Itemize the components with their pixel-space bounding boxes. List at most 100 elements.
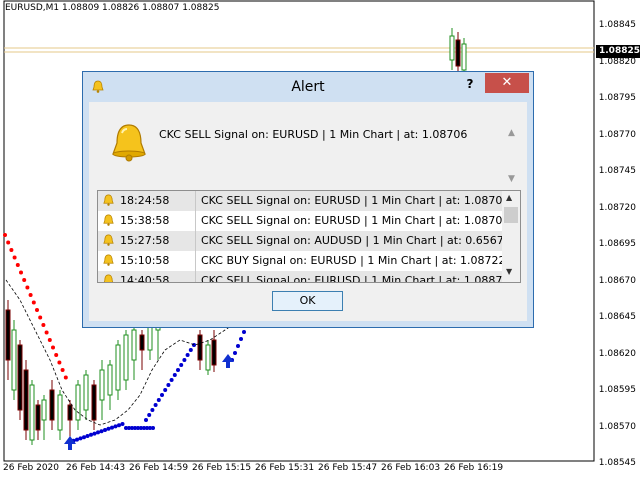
dialog-body: CKC SELL Signal on: EURUSD | 1 Min Chart… bbox=[89, 102, 527, 321]
lower-band-dot bbox=[110, 425, 114, 430]
lower-band-dot bbox=[82, 435, 86, 440]
price-axis-label: 1.08645 bbox=[598, 312, 636, 322]
candle-body bbox=[147, 324, 153, 351]
candle-body bbox=[29, 384, 35, 441]
list-item[interactable]: 15:10:58 CKC BUY Signal on: EURUSD | 1 Mi… bbox=[98, 251, 506, 271]
time-axis-label: 26 Feb 2020 bbox=[3, 463, 60, 473]
lower-band-dot bbox=[172, 373, 177, 377]
lower-band-dot bbox=[113, 424, 118, 429]
time-axis-label: 26 Feb 16:19 bbox=[444, 463, 504, 473]
upper-band-dot bbox=[63, 375, 68, 380]
price-axis-label: 1.08670 bbox=[598, 275, 636, 286]
alert-time: 14:40:58 bbox=[120, 274, 170, 283]
list-item[interactable]: 14:40:58 CKC SELL Signal on: EURUSD | 1 M… bbox=[98, 271, 509, 283]
upper-band-dot bbox=[35, 308, 39, 312]
upper-band-dot bbox=[54, 353, 59, 357]
candle-body bbox=[67, 404, 73, 421]
bell-icon bbox=[103, 254, 114, 266]
bell-icon bbox=[112, 124, 146, 162]
message-scroll-down-icon[interactable]: ▼ bbox=[508, 174, 515, 184]
candle-body bbox=[211, 339, 217, 366]
candle-body bbox=[107, 364, 113, 396]
candle-body bbox=[83, 374, 89, 411]
list-item[interactable]: 15:27:58 CKC SELL Signal on: AUDUSD | 1 M… bbox=[98, 231, 511, 251]
lower-band-dot bbox=[236, 344, 240, 348]
dialog-titlebar[interactable]: Alert ? ✕ bbox=[83, 72, 533, 102]
lower-band-dot bbox=[239, 337, 243, 341]
price-axis-label: 1.08795 bbox=[598, 93, 636, 103]
scroll-down-icon[interactable]: ▼ bbox=[506, 267, 512, 276]
lower-band-dot bbox=[176, 368, 180, 372]
upper-band-dot bbox=[57, 360, 62, 365]
price-axis-label: 1.08620 bbox=[598, 348, 636, 359]
upper-band-dot bbox=[22, 278, 27, 282]
lower-band-dot bbox=[151, 426, 155, 430]
price-axis-label: 1.08745 bbox=[598, 166, 636, 176]
lower-band-dot bbox=[103, 428, 107, 432]
list-item[interactable]: 18:24:58 CKC SELL Signal on: EURUSD | 1 M… bbox=[98, 191, 509, 211]
list-scrollbar[interactable]: ▲ ▼ bbox=[502, 191, 520, 282]
upper-band-dot bbox=[9, 248, 14, 252]
column-separator bbox=[195, 191, 196, 211]
lower-band-dot bbox=[188, 348, 193, 352]
alert-time: 15:27:58 bbox=[120, 234, 170, 247]
symbol-ohlc: EURUSD,M1 1.08809 1.08826 1.08807 1.0882… bbox=[5, 3, 220, 13]
ok-button[interactable]: OK bbox=[272, 291, 343, 311]
upper-band-dot bbox=[28, 293, 33, 297]
upper-band-dot bbox=[60, 368, 65, 372]
alert-text: CKC SELL Signal on: EURUSD | 1 Min Chart… bbox=[201, 214, 510, 227]
candle-body bbox=[57, 394, 63, 431]
lower-band-dot bbox=[166, 383, 171, 387]
close-button[interactable]: ✕ bbox=[485, 73, 529, 93]
lower-band-dot bbox=[156, 398, 161, 402]
upper-band-dot bbox=[47, 338, 52, 342]
help-button[interactable]: ? bbox=[463, 76, 477, 92]
candle-body bbox=[139, 334, 145, 351]
current-price-tag: 1.08825 bbox=[596, 45, 640, 58]
list-item[interactable]: 15:38:58 CKC SELL Signal on: EURUSD | 1 M… bbox=[98, 211, 509, 231]
candle-body bbox=[5, 309, 11, 361]
lower-band-dot bbox=[153, 403, 158, 407]
lower-band-dot bbox=[150, 408, 155, 412]
time-axis-label: 26 Feb 16:03 bbox=[381, 463, 441, 473]
lower-band-dot bbox=[78, 436, 83, 441]
upper-band-dot bbox=[19, 270, 23, 275]
candle-body bbox=[91, 384, 97, 421]
lower-band-dot bbox=[242, 330, 246, 334]
upper-band-dot bbox=[41, 323, 46, 327]
upper-band-dot bbox=[31, 300, 36, 305]
lower-band-dot bbox=[99, 429, 104, 434]
bell-icon bbox=[103, 194, 114, 206]
alert-text: CKC BUY Signal on: EURUSD | 1 Min Chart … bbox=[201, 254, 506, 267]
price-axis-label: 1.08570 bbox=[598, 421, 636, 432]
scroll-up-icon[interactable]: ▲ bbox=[506, 193, 512, 202]
lower-band-dot bbox=[144, 418, 148, 422]
lower-band-dot bbox=[75, 437, 79, 442]
candle-body bbox=[35, 404, 41, 431]
lower-band-dot bbox=[233, 351, 237, 355]
upper-band-dot bbox=[12, 255, 17, 260]
price-axis-label: 1.08720 bbox=[598, 202, 636, 213]
bell-icon bbox=[103, 214, 114, 226]
upper-band-dot bbox=[6, 240, 11, 245]
alert-history-list[interactable]: 18:24:58 CKC SELL Signal on: EURUSD | 1 M… bbox=[97, 190, 521, 283]
alert-time: 18:24:58 bbox=[120, 194, 170, 207]
scroll-thumb[interactable] bbox=[504, 207, 518, 223]
lower-band-dot bbox=[169, 378, 174, 382]
lower-band-dot bbox=[106, 426, 111, 431]
lower-band-dot bbox=[85, 434, 90, 438]
lower-band-dot bbox=[160, 393, 164, 397]
upper-band-dot bbox=[38, 315, 43, 320]
message-scroll-up-icon[interactable]: ▲ bbox=[508, 128, 515, 138]
price-axis-label: 1.08820 bbox=[598, 56, 636, 67]
column-separator bbox=[195, 251, 196, 271]
lower-band-dot bbox=[182, 358, 187, 362]
time-axis-label: 26 Feb 14:43 bbox=[66, 463, 126, 473]
lower-band-dot bbox=[147, 413, 152, 417]
upper-band-dot bbox=[25, 285, 30, 290]
candle-body bbox=[17, 344, 23, 411]
price-axis-label: 1.08845 bbox=[598, 20, 636, 30]
bell-icon bbox=[103, 274, 114, 282]
lower-band-dot bbox=[96, 430, 100, 435]
alert-time: 15:10:58 bbox=[120, 254, 170, 267]
